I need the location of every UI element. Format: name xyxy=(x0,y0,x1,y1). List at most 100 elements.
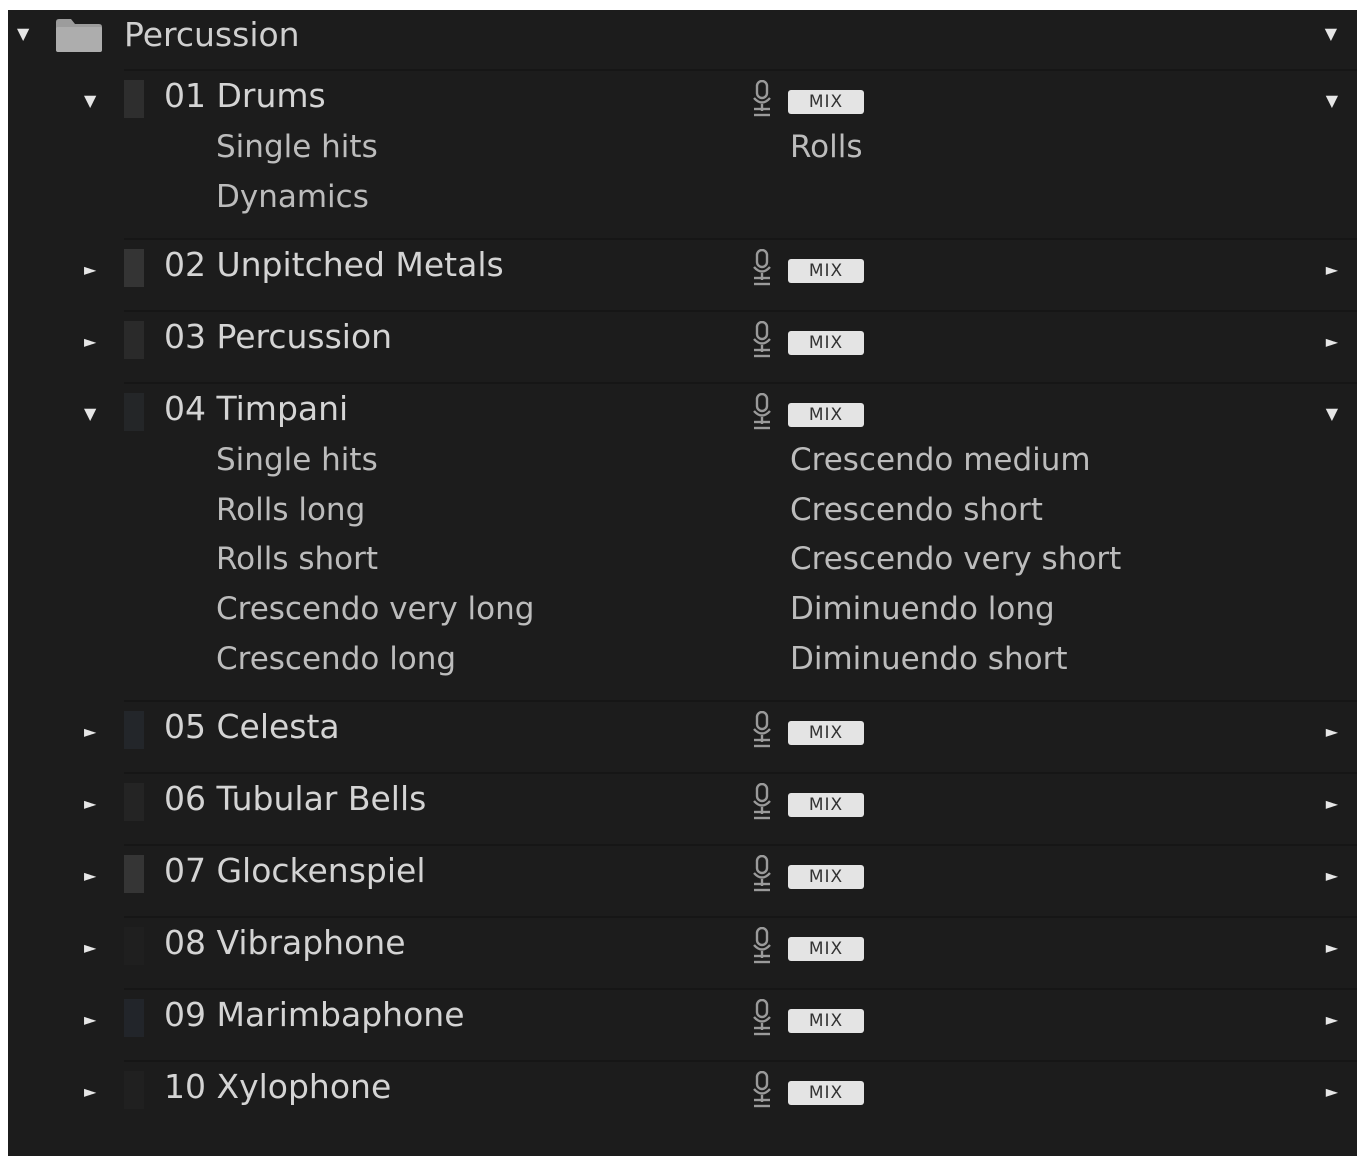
instrument-header[interactable]: ► 08 Vibraphone MIX ► xyxy=(84,917,1357,977)
instrument-name: 08 Vibraphone xyxy=(164,923,406,963)
microphone-icon[interactable] xyxy=(752,711,772,749)
articulation-item[interactable]: Crescendo long xyxy=(216,642,534,692)
collapsed-caret-icon[interactable]: ► xyxy=(84,866,96,885)
collapsed-menu-icon[interactable]: ► xyxy=(1326,1082,1338,1101)
articulation-item[interactable]: Single hits xyxy=(216,130,378,180)
expanded-menu-icon[interactable]: ▼ xyxy=(1326,91,1338,110)
mix-badge[interactable]: MIX xyxy=(788,1081,864,1106)
expanded-menu-icon[interactable]: ▼ xyxy=(1326,404,1338,423)
expanded-caret-icon[interactable]: ▼ xyxy=(84,91,96,110)
mix-badge[interactable]: MIX xyxy=(788,403,864,428)
mix-badge[interactable]: MIX xyxy=(788,331,864,356)
instrument-name: 03 Percussion xyxy=(164,317,393,357)
track-color-bar xyxy=(124,80,144,118)
instrument-name: 04 Timpani xyxy=(164,389,349,429)
articulation-item[interactable]: Dynamics xyxy=(216,180,378,230)
microphone-icon[interactable] xyxy=(752,249,772,287)
microphone-icon[interactable] xyxy=(752,855,772,893)
folder-row-percussion[interactable]: ▼ Percussion ▼ xyxy=(8,10,1357,70)
instrument-header[interactable]: ► 02 Unpitched Metals MIX ► xyxy=(84,239,1357,299)
instrument-header[interactable]: ► 05 Celesta MIX ► xyxy=(84,701,1357,761)
articulation-item[interactable]: Diminuendo long xyxy=(790,592,1121,642)
instrument-row[interactable]: ► 09 Marimbaphone MIX ► xyxy=(84,988,1357,1049)
microphone-icon[interactable] xyxy=(752,1071,772,1109)
folder-title: Percussion xyxy=(124,15,300,54)
collapsed-menu-icon[interactable]: ► xyxy=(1326,722,1338,741)
mix-badge[interactable]: MIX xyxy=(788,1009,864,1034)
articulation-item[interactable]: Rolls xyxy=(790,130,863,180)
collapsed-caret-icon[interactable]: ► xyxy=(84,1082,96,1101)
instrument-header[interactable]: ► 06 Tubular Bells MIX ► xyxy=(84,773,1357,833)
collapsed-menu-icon[interactable]: ► xyxy=(1326,794,1338,813)
microphone-icon[interactable] xyxy=(752,927,772,965)
instrument-header[interactable]: ► 09 Marimbaphone MIX ► xyxy=(84,989,1357,1049)
collapsed-menu-icon[interactable]: ► xyxy=(1326,332,1338,351)
mix-badge[interactable]: MIX xyxy=(788,937,864,962)
articulation-column-left: Single hits Rolls long Rolls short Crescend… xyxy=(216,443,534,691)
mix-badge[interactable]: MIX xyxy=(788,865,864,890)
track-color-bar xyxy=(124,249,144,288)
collapsed-caret-icon[interactable]: ► xyxy=(84,260,96,279)
microphone-icon[interactable] xyxy=(752,80,772,118)
instrument-row[interactable]: ► 05 Celesta MIX ► xyxy=(84,700,1357,761)
track-color-bar xyxy=(124,999,144,1038)
articulation-list: Single hits Dynamics Rolls xyxy=(124,130,1357,239)
articulation-item[interactable]: Crescendo very short xyxy=(790,542,1121,592)
instrument-name: 05 Celesta xyxy=(164,707,340,747)
microphone-icon[interactable] xyxy=(752,393,772,431)
instrument-row[interactable]: ► 08 Vibraphone MIX ► xyxy=(84,916,1357,977)
articulation-item[interactable]: Crescendo very long xyxy=(216,592,534,642)
track-color-bar xyxy=(124,393,144,432)
articulation-item[interactable]: Crescendo medium xyxy=(790,443,1121,493)
collapsed-menu-icon[interactable]: ► xyxy=(1326,1010,1338,1029)
instrument-row[interactable]: ► 07 Glockenspiel MIX ► xyxy=(84,844,1357,905)
microphone-icon[interactable] xyxy=(752,783,772,821)
instrument-name: 02 Unpitched Metals xyxy=(164,245,504,285)
track-color-bar xyxy=(124,1071,144,1110)
microphone-icon[interactable] xyxy=(752,999,772,1037)
instrument-header[interactable]: ► 07 Glockenspiel MIX ► xyxy=(84,845,1357,905)
articulation-item[interactable]: Rolls short xyxy=(216,542,534,592)
instrument-name: 07 Glockenspiel xyxy=(164,851,426,891)
articulation-item[interactable]: Diminuendo short xyxy=(790,642,1121,692)
collapsed-caret-icon[interactable]: ► xyxy=(84,722,96,741)
articulation-column-left: Single hits Dynamics xyxy=(216,130,378,229)
instrument-row[interactable]: ▼ 04 Timpani MIX ▼ Single hits Rolls long… xyxy=(84,382,1357,701)
instrument-row[interactable]: ► 10 Xylophone MIX ► xyxy=(84,1060,1357,1121)
folder-icon xyxy=(56,19,102,52)
mix-badge[interactable]: MIX xyxy=(788,721,864,746)
microphone-icon[interactable] xyxy=(752,321,772,359)
instrument-name: 06 Tubular Bells xyxy=(164,779,427,819)
instrument-row[interactable]: ► 03 Percussion MIX ► xyxy=(84,310,1357,371)
articulation-item[interactable]: Single hits xyxy=(216,443,534,493)
collapsed-caret-icon[interactable]: ► xyxy=(84,938,96,957)
instrument-name: 10 Xylophone xyxy=(164,1067,392,1107)
collapsed-caret-icon[interactable]: ► xyxy=(84,794,96,813)
instrument-row[interactable]: ► 06 Tubular Bells MIX ► xyxy=(84,772,1357,833)
mix-badge[interactable]: MIX xyxy=(788,90,864,114)
instrument-header[interactable]: ► 03 Percussion MIX ► xyxy=(84,311,1357,371)
instrument-name: 09 Marimbaphone xyxy=(164,995,465,1035)
articulation-column-right: Rolls xyxy=(790,130,863,180)
instrument-header[interactable]: ▼ 04 Timpani MIX ▼ xyxy=(84,383,1357,443)
collapsed-menu-icon[interactable]: ► xyxy=(1326,260,1338,279)
mix-badge[interactable]: MIX xyxy=(788,793,864,818)
folder-menu-icon[interactable]: ▼ xyxy=(1325,26,1337,42)
track-color-bar xyxy=(124,321,144,360)
instrument-header[interactable]: ▼ 01 Drums MIX ▼ xyxy=(84,70,1357,130)
folder-expand-icon[interactable]: ▼ xyxy=(17,26,29,42)
collapsed-menu-icon[interactable]: ► xyxy=(1326,866,1338,885)
articulation-list: Single hits Rolls long Rolls short Crescend… xyxy=(124,443,1357,701)
track-color-bar xyxy=(124,855,144,894)
collapsed-menu-icon[interactable]: ► xyxy=(1326,938,1338,957)
articulation-column-right: Crescendo medium Crescendo short Crescendo… xyxy=(790,443,1121,691)
instrument-row[interactable]: ► 02 Unpitched Metals MIX ► xyxy=(84,238,1357,299)
instrument-header[interactable]: ► 10 Xylophone MIX ► xyxy=(84,1061,1357,1121)
collapsed-caret-icon[interactable]: ► xyxy=(84,332,96,351)
articulation-item[interactable]: Crescendo short xyxy=(790,493,1121,543)
mix-badge[interactable]: MIX xyxy=(788,259,864,284)
instrument-row[interactable]: ▼ 01 Drums MIX ▼ Single hits Dynamics Roll… xyxy=(84,69,1357,239)
collapsed-caret-icon[interactable]: ► xyxy=(84,1010,96,1029)
expanded-caret-icon[interactable]: ▼ xyxy=(84,404,96,423)
articulation-item[interactable]: Rolls long xyxy=(216,493,534,543)
